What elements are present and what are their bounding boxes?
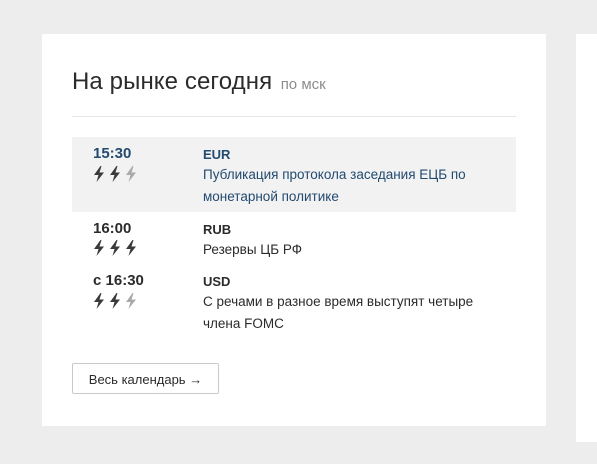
event-time: 15:30 xyxy=(93,145,132,162)
event-row[interactable]: 15:30 EUR Публикация протокола заседания… xyxy=(72,137,516,212)
event-row[interactable]: 16:00 RUB Резервы ЦБ РФ xyxy=(72,212,516,264)
importance-rating xyxy=(92,240,138,256)
event-description[interactable]: Публикация протокола заседания ЕЦБ по мо… xyxy=(203,164,503,208)
event-currency: EUR xyxy=(203,147,231,162)
event-description[interactable]: С речами в разное время выступят четыре … xyxy=(203,291,503,335)
lightning-bolt-icon xyxy=(110,240,120,256)
lightning-bolt-icon xyxy=(126,166,136,182)
lightning-bolt-icon xyxy=(110,293,120,309)
importance-rating xyxy=(92,293,138,309)
lightning-bolt-icon xyxy=(110,166,120,182)
divider xyxy=(72,116,516,117)
full-calendar-button[interactable]: Весь календарь → xyxy=(72,363,219,394)
event-time: с 16:30 xyxy=(93,272,144,289)
event-currency: RUB xyxy=(203,222,232,237)
widget-heading: На рынке сегодня по мск xyxy=(72,68,326,96)
adjacent-panel xyxy=(576,34,597,442)
lightning-bolt-icon xyxy=(126,293,136,309)
event-row[interactable]: с 16:30 USD С речами в разное время выст… xyxy=(72,264,516,339)
lightning-bolt-icon xyxy=(94,240,104,256)
widget-title: На рынке сегодня xyxy=(72,68,273,95)
importance-rating xyxy=(92,166,138,182)
lightning-bolt-icon xyxy=(126,240,136,256)
event-currency: USD xyxy=(203,274,231,289)
event-time: 16:00 xyxy=(93,220,132,237)
lightning-bolt-icon xyxy=(94,166,104,182)
market-today-widget: На рынке сегодня по мск 15:30 EUR Публик… xyxy=(42,34,546,426)
lightning-bolt-icon xyxy=(94,293,104,309)
event-description[interactable]: Резервы ЦБ РФ xyxy=(203,239,503,261)
timezone-note: по мск xyxy=(280,76,326,93)
